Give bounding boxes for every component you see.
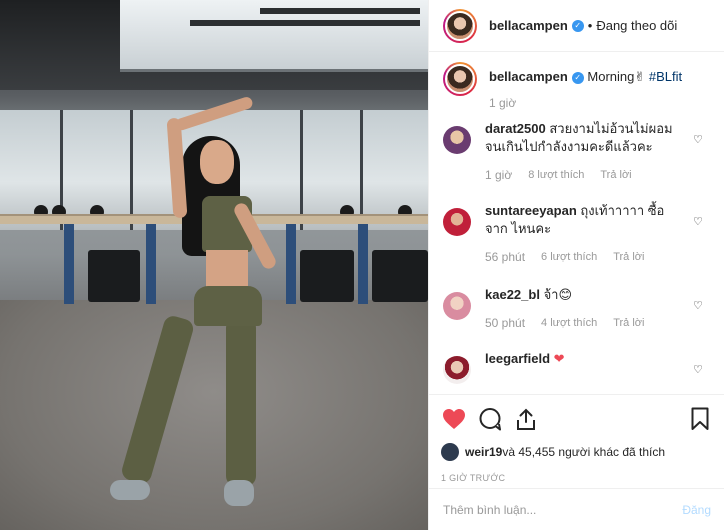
- photo-bench: [372, 250, 428, 302]
- comment-username[interactable]: darat2500: [485, 121, 546, 136]
- photo-barre-post: [358, 224, 368, 304]
- list-item: suntareeyapan ถุงเท้าาาาา ซื้อจาก ไหนคะ …: [443, 202, 711, 286]
- comment-text: จ้า😊: [543, 287, 573, 302]
- comment-username[interactable]: leegarfield: [485, 351, 550, 366]
- comment-icon[interactable]: [477, 406, 503, 432]
- post-header: bellacampen ✓ • Đang theo dõi: [429, 0, 724, 52]
- caption: bellacampen ✓ Morning✌ #BLfit 1 giờ: [443, 62, 711, 120]
- comment-username[interactable]: kae22_bl: [485, 287, 540, 302]
- heart-icon[interactable]: ♡: [693, 300, 705, 312]
- caption-time: 1 giờ: [489, 96, 517, 110]
- photo-barre-post: [286, 224, 296, 304]
- hashtag-link[interactable]: #BLfit: [649, 69, 682, 84]
- avatar[interactable]: [443, 62, 477, 96]
- photo-bench: [300, 250, 354, 302]
- comment-time: 56 phút: [485, 250, 526, 264]
- heart-icon[interactable]: ♡: [693, 134, 705, 146]
- separator-dot: •: [587, 18, 593, 33]
- post-actions: weir19 và 45,455 người khác đã thích 1 G…: [429, 394, 724, 483]
- reply-button[interactable]: Trả lời: [600, 166, 631, 184]
- avatar[interactable]: [441, 443, 459, 461]
- list-item: darat2500 สวยงามไม่อ้วนไม่ผอม จนเกินไปกำ…: [443, 120, 711, 202]
- avatar[interactable]: [443, 126, 471, 154]
- comments-list[interactable]: bellacampen ✓ Morning✌ #BLfit 1 giờ darat…: [429, 62, 724, 392]
- post-comment-button[interactable]: Đăng: [682, 503, 711, 517]
- likes-username[interactable]: weir19: [465, 445, 502, 459]
- photo-barre-post: [64, 224, 74, 304]
- caption-username[interactable]: bellacampen: [489, 69, 568, 84]
- caption-text: Morning: [587, 69, 635, 84]
- verified-icon: ✓: [571, 19, 584, 32]
- person-foot: [110, 480, 150, 500]
- add-comment-bar: Đăng: [429, 488, 724, 530]
- verified-icon: ✓: [571, 71, 584, 84]
- photo-window-frame: [130, 110, 133, 230]
- comment-likes[interactable]: 6 lượt thích: [541, 248, 597, 266]
- photo-ceiling-light: [190, 20, 420, 26]
- person-face: [200, 140, 234, 184]
- photo-bench: [88, 250, 140, 302]
- post-photo[interactable]: [0, 0, 428, 530]
- likes-count-text[interactable]: và 45,455 người khác đã thích: [502, 445, 665, 459]
- comment-input[interactable]: [443, 502, 683, 517]
- comment-text: ❤: [553, 351, 565, 366]
- reply-button[interactable]: Trả lời: [613, 248, 644, 266]
- photo-barre-post: [146, 224, 156, 304]
- avatar[interactable]: [443, 292, 471, 320]
- avatar[interactable]: [443, 356, 471, 384]
- share-icon[interactable]: [513, 406, 539, 432]
- heart-icon[interactable]: [441, 406, 467, 432]
- comment-likes[interactable]: 8 lượt thích: [528, 166, 584, 184]
- comment-time: 50 phút: [485, 316, 526, 330]
- avatar[interactable]: [443, 208, 471, 236]
- person-hips: [194, 286, 262, 326]
- photo-window-frame: [300, 110, 303, 230]
- person-leg: [226, 318, 256, 486]
- list-item: kae22_bl จ้า😊 50 phút 4 lượt thích Trả l…: [443, 286, 711, 350]
- list-item: leegarfield ❤ ♡: [443, 350, 711, 390]
- person-midriff: [206, 250, 248, 290]
- photo-floor: [0, 300, 428, 530]
- heart-icon[interactable]: ♡: [693, 216, 705, 228]
- heart-icon[interactable]: ♡: [693, 364, 705, 376]
- username[interactable]: bellacampen: [489, 18, 568, 33]
- comment-likes[interactable]: 4 lượt thích: [541, 314, 597, 332]
- wave-emoji: ✌: [634, 69, 646, 84]
- comment-username[interactable]: suntareeyapan: [485, 203, 577, 218]
- comment-time: 1 giờ: [485, 168, 513, 182]
- following-button[interactable]: Đang theo dõi: [596, 18, 677, 33]
- reply-button[interactable]: Trả lời: [613, 314, 644, 332]
- likes-summary: weir19 và 45,455 người khác đã thích: [441, 443, 713, 461]
- post-timestamp: 1 GIỜ TRƯỚC: [441, 473, 506, 483]
- bookmark-icon[interactable]: [687, 406, 713, 432]
- photo-ceiling-light: [260, 8, 420, 14]
- photo-window-frame: [360, 110, 363, 230]
- person-foot: [224, 480, 254, 506]
- post-details-panel: bellacampen ✓ • Đang theo dõi bellacampe…: [428, 0, 724, 530]
- avatar[interactable]: [443, 8, 477, 43]
